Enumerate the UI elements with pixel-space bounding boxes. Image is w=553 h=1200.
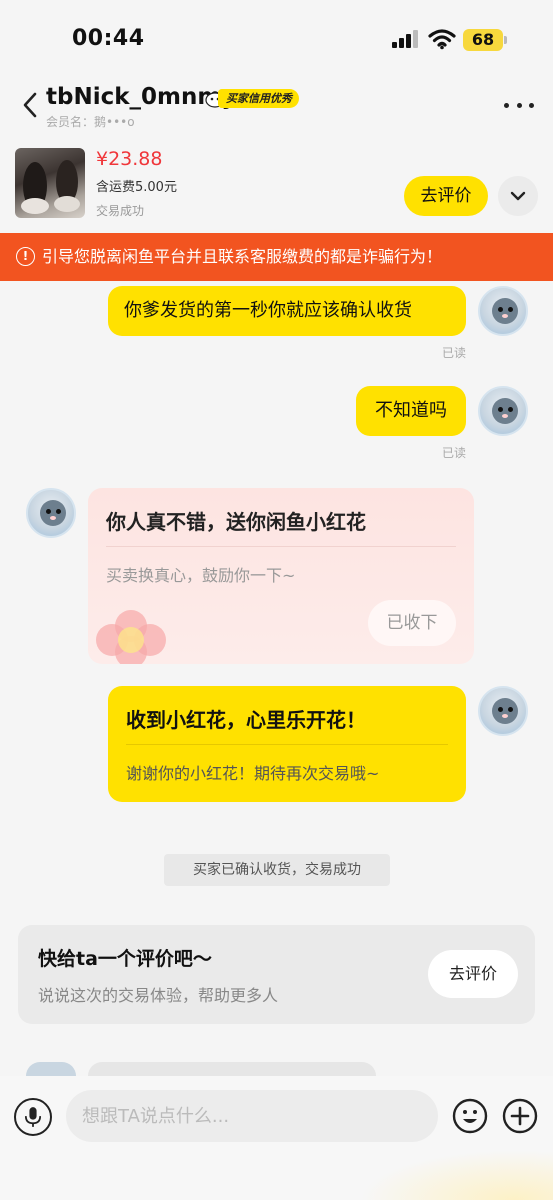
back-arrow-icon[interactable] <box>18 90 44 120</box>
reply-card-subtitle: 谢谢你的小红花！期待再次交易哦~ <box>126 764 380 783</box>
more-options-icon[interactable] <box>504 100 534 110</box>
member-name: 会员名：鹅•••o <box>46 115 135 129</box>
divider <box>126 744 448 745</box>
flower-card-title: 你人真不错，送你闲鱼小红花 <box>106 510 366 534</box>
accepted-button[interactable]: 已收下 <box>368 600 456 646</box>
message-input[interactable] <box>66 1090 438 1142</box>
chat-bubble-sent[interactable]: 不知道吗 <box>356 386 466 436</box>
chat-bubble-sent[interactable]: 你爹发货的第一秒你就应该确认收货 <box>108 286 466 336</box>
other-user-avatar[interactable] <box>26 488 76 538</box>
review-button-top[interactable]: 去评价 <box>404 176 488 216</box>
system-message: 买家已确认收货，交易成功 <box>164 854 390 886</box>
read-receipt: 已读 <box>442 346 467 360</box>
my-avatar[interactable] <box>478 286 528 336</box>
product-thumbnail[interactable] <box>15 148 85 218</box>
trade-status: 交易成功 <box>96 204 145 218</box>
product-price: ¥23.88 <box>96 148 163 170</box>
microphone-icon[interactable] <box>14 1098 52 1136</box>
status-time: 00:44 <box>72 26 145 51</box>
divider <box>106 546 456 547</box>
fraud-warning-banner: 引导您脱离闲鱼平台并且联系客服缴费的都是诈骗行为！ <box>0 233 553 281</box>
chat-bubble-received[interactable] <box>88 1062 376 1076</box>
red-flower-icon <box>96 610 166 664</box>
credit-badge: 买家信用优秀 <box>218 89 299 108</box>
emoji-icon[interactable] <box>452 1098 488 1134</box>
rate-card-subtitle: 说说这次的交易体验，帮助更多人 <box>38 986 279 1005</box>
my-avatar[interactable] <box>478 386 528 436</box>
decorative-glow <box>360 1150 553 1200</box>
battery-tip <box>504 36 507 44</box>
read-receipt: 已读 <box>442 446 467 460</box>
other-user-avatar[interactable] <box>26 1062 76 1076</box>
flower-card-subtitle: 买卖换真心，鼓励你一下~ <box>106 566 296 585</box>
rate-button[interactable]: 去评价 <box>428 950 518 998</box>
cellular-signal-icon <box>392 30 418 48</box>
plus-icon[interactable] <box>502 1098 538 1134</box>
reply-card-title: 收到小红花，心里乐开花！ <box>126 708 366 732</box>
shipping-fee: 含运费5.00元 <box>96 180 177 195</box>
rate-card-title: 快给ta一个评价吧～ <box>38 948 212 970</box>
chevron-down-icon[interactable] <box>498 176 538 216</box>
wifi-icon <box>428 29 456 50</box>
my-avatar[interactable] <box>478 686 528 736</box>
warning-icon: ! <box>16 247 35 266</box>
battery-indicator: 68 <box>463 29 503 51</box>
